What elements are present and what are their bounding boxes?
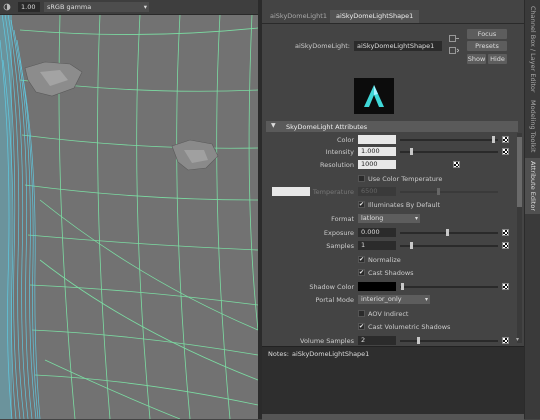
volume-samples-map-button[interactable] xyxy=(502,337,509,344)
section-header-skydomelight[interactable]: ▼ SkyDomeLight Attributes xyxy=(266,121,518,132)
node-name-label: aiSkyDomeLight: xyxy=(294,42,350,50)
samples-field[interactable]: 1 xyxy=(358,241,396,250)
shadow-color-label: Shadow Color xyxy=(309,283,354,291)
exposure-field[interactable]: 1.00 xyxy=(18,2,40,12)
tab-aiskydomelightshape1[interactable]: aiSkyDomeLightShape1 xyxy=(330,10,420,23)
normalize-label: Normalize xyxy=(368,256,401,264)
attribute-scrollbar[interactable] xyxy=(517,133,522,343)
colorspace-dropdown[interactable]: sRGB gamma ▾ xyxy=(44,2,149,12)
node-tabbar: aiSkyDomeLight1 aiSkyDomeLightShape1 xyxy=(262,10,524,24)
show-button[interactable]: Show xyxy=(467,54,486,64)
portal-mode-label: Portal Mode xyxy=(315,296,354,304)
chevron-down-icon: ▾ xyxy=(414,215,418,222)
aov-indirect-checkbox[interactable] xyxy=(358,310,365,317)
color-label: Color xyxy=(337,136,354,144)
shadow-color-map-button[interactable] xyxy=(502,283,509,290)
collapse-arrow-icon: ▼ xyxy=(271,122,276,129)
shadow-color-slider[interactable] xyxy=(400,286,498,288)
shadow-color-swatch[interactable] xyxy=(358,282,396,291)
temperature-field: 6500 xyxy=(358,187,396,196)
intensity-map-button[interactable] xyxy=(502,148,509,155)
exposure-slider-knob[interactable] xyxy=(446,229,449,236)
portal-mode-value: interior_only xyxy=(361,295,402,303)
color-swatch[interactable] xyxy=(358,135,396,144)
viewport-scene[interactable] xyxy=(0,0,258,419)
viewport-panel[interactable]: 1.00 sRGB gamma ▾ xyxy=(0,0,258,419)
exposure-icon[interactable] xyxy=(3,3,11,11)
side-tab-strip: Channel Box / Layer Editor Modeling Tool… xyxy=(524,0,540,419)
exposure-map-button[interactable] xyxy=(502,229,509,236)
intensity-label: Intensity xyxy=(325,148,354,156)
samples-label: Samples xyxy=(326,242,354,250)
viewport-toolbar: 1.00 sRGB gamma ▾ xyxy=(0,0,258,15)
cast-volumetric-shadows-label: Cast Volumetric Shadows xyxy=(368,323,451,331)
samples-slider[interactable] xyxy=(400,245,498,247)
notes-panel[interactable]: Notes: aiSkyDomeLightShape1 xyxy=(262,346,524,420)
color-slider[interactable] xyxy=(400,139,498,141)
intensity-field[interactable]: 1.000 xyxy=(358,147,396,156)
normalize-checkbox[interactable]: ✔ xyxy=(358,256,365,263)
format-value: latlong xyxy=(361,214,384,222)
chevron-down-icon: ▾ xyxy=(424,296,428,303)
illuminates-by-default-label: Illuminates By Default xyxy=(368,201,441,209)
samples-slider-knob[interactable] xyxy=(410,242,413,249)
chevron-down-icon: ▾ xyxy=(143,3,147,11)
focus-button[interactable]: Focus xyxy=(467,29,507,39)
format-dropdown[interactable]: latlong ▾ xyxy=(358,214,420,223)
notes-label: Notes: xyxy=(268,350,289,358)
volume-samples-slider[interactable] xyxy=(400,340,498,342)
intensity-slider-knob[interactable] xyxy=(410,148,413,155)
volume-samples-label: Volume Samples xyxy=(300,337,354,345)
volume-samples-slider-knob[interactable] xyxy=(417,337,420,344)
format-label: Format xyxy=(331,215,354,223)
presets-button[interactable]: Presets xyxy=(467,41,507,51)
tab-channel-box[interactable]: Channel Box / Layer Editor xyxy=(525,4,540,94)
scroll-down-icon[interactable]: ▾ xyxy=(516,336,519,343)
cast-volumetric-shadows-checkbox[interactable]: ✔ xyxy=(358,323,365,330)
shadow-color-slider-knob[interactable] xyxy=(401,283,404,290)
temperature-slider xyxy=(400,191,498,193)
node-name-field[interactable]: aiSkyDomeLightShape1 xyxy=(354,41,442,51)
cast-shadows-label: Cast Shadows xyxy=(368,269,414,277)
use-color-temperature-label: Use Color Temperature xyxy=(368,175,443,183)
illuminates-by-default-checkbox[interactable]: ✔ xyxy=(358,201,365,208)
scrollbar-thumb[interactable] xyxy=(517,137,522,207)
bottom-button-row xyxy=(262,414,524,420)
resolution-label: Resolution xyxy=(320,161,354,169)
portal-mode-dropdown[interactable]: interior_only ▾ xyxy=(358,295,430,304)
temperature-slider-knob xyxy=(437,188,440,195)
hide-button[interactable]: Hide xyxy=(488,54,507,64)
tab-modeling-toolkit[interactable]: Modeling Toolkit xyxy=(525,98,540,154)
use-color-temperature-checkbox[interactable] xyxy=(358,175,365,182)
tab-aiskydomelight1[interactable]: aiSkyDomeLight1 xyxy=(264,10,333,23)
arnold-logo-icon xyxy=(364,85,384,107)
color-slider-knob[interactable] xyxy=(492,136,495,143)
exposure-label: Exposure xyxy=(323,229,354,237)
arnold-logo xyxy=(354,78,394,114)
notes-node-name: aiSkyDomeLightShape1 xyxy=(292,350,370,358)
volume-samples-field[interactable]: 2 xyxy=(358,336,396,345)
load-attributes-icon[interactable] xyxy=(449,35,459,42)
color-map-button[interactable] xyxy=(502,136,509,143)
samples-map-button[interactable] xyxy=(502,242,509,249)
temperature-label: Temperature xyxy=(312,188,354,196)
exposure-attr-field[interactable]: 0.000 xyxy=(358,228,396,237)
colorspace-value: sRGB gamma xyxy=(47,3,92,11)
resolution-map-button[interactable] xyxy=(453,161,460,168)
intensity-slider[interactable] xyxy=(400,151,498,153)
copy-tab-icon[interactable] xyxy=(449,47,460,54)
resolution-field[interactable]: 1000 xyxy=(358,160,396,169)
section-title: SkyDomeLight Attributes xyxy=(286,123,368,131)
exposure-slider[interactable] xyxy=(400,232,498,234)
cast-shadows-checkbox[interactable]: ✔ xyxy=(358,269,365,276)
aov-indirect-label: AOV Indirect xyxy=(368,310,409,318)
tab-attribute-editor[interactable]: Attribute Editor xyxy=(525,158,540,214)
attribute-editor-panel: aiSkyDomeLight1 aiSkyDomeLightShape1 aiS… xyxy=(262,0,524,420)
